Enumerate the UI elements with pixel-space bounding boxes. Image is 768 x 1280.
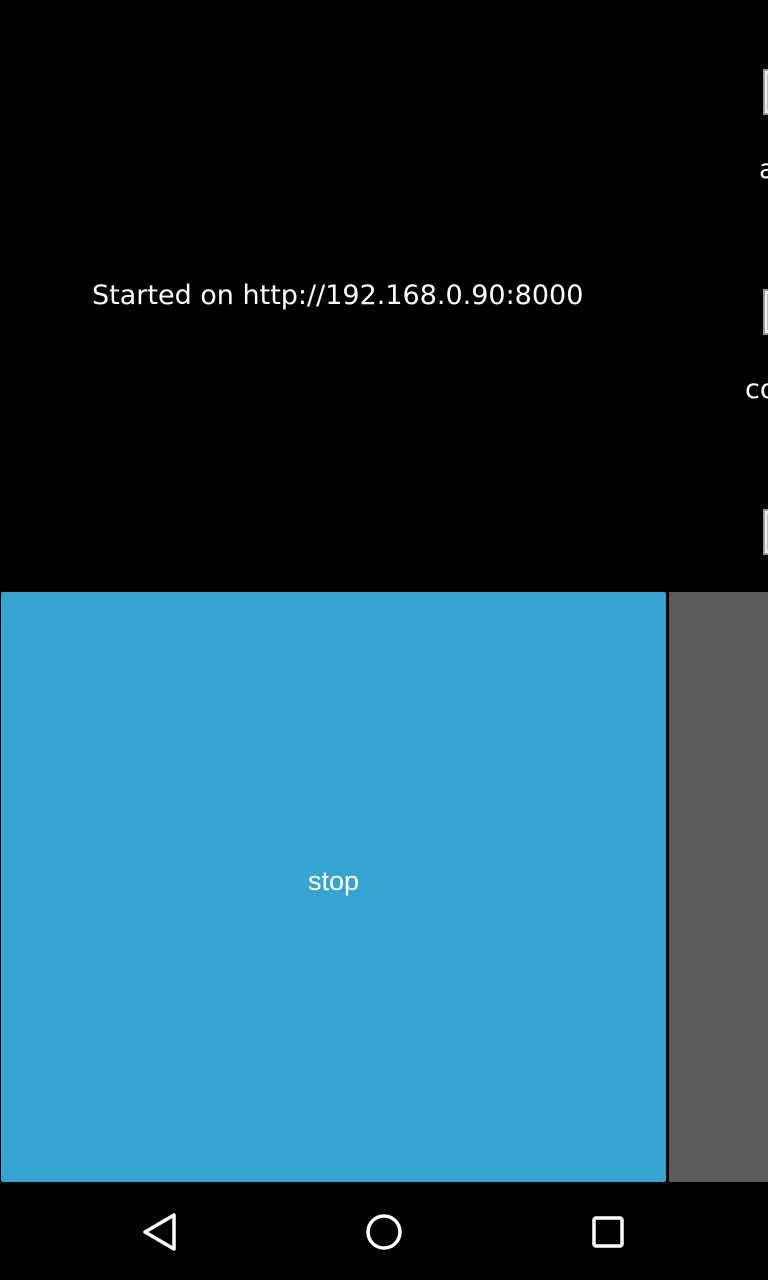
document-icon [763, 69, 768, 115]
recents-button[interactable] [578, 1202, 638, 1262]
document-icon [763, 509, 768, 555]
stop-button-label: stop [307, 865, 360, 896]
side-file-label: co [745, 374, 768, 405]
home-circle-icon [366, 1214, 402, 1250]
server-status-text: Started on http://192.168.0.90:8000 [92, 280, 584, 311]
side-panel[interactable] [669, 592, 768, 1182]
app-screen: Started on http://192.168.0.90:8000 a co… [0, 0, 768, 1280]
stop-button[interactable]: stop [1, 592, 666, 1182]
side-file-item[interactable]: co [740, 286, 768, 405]
side-file-item[interactable]: a [740, 66, 768, 185]
navigation-bar [0, 1182, 768, 1280]
home-button[interactable] [354, 1202, 414, 1262]
back-button[interactable] [130, 1202, 190, 1262]
recents-square-icon [592, 1216, 624, 1248]
document-icon [763, 289, 768, 335]
side-file-label: a [759, 154, 768, 185]
back-triangle-icon [143, 1213, 176, 1251]
